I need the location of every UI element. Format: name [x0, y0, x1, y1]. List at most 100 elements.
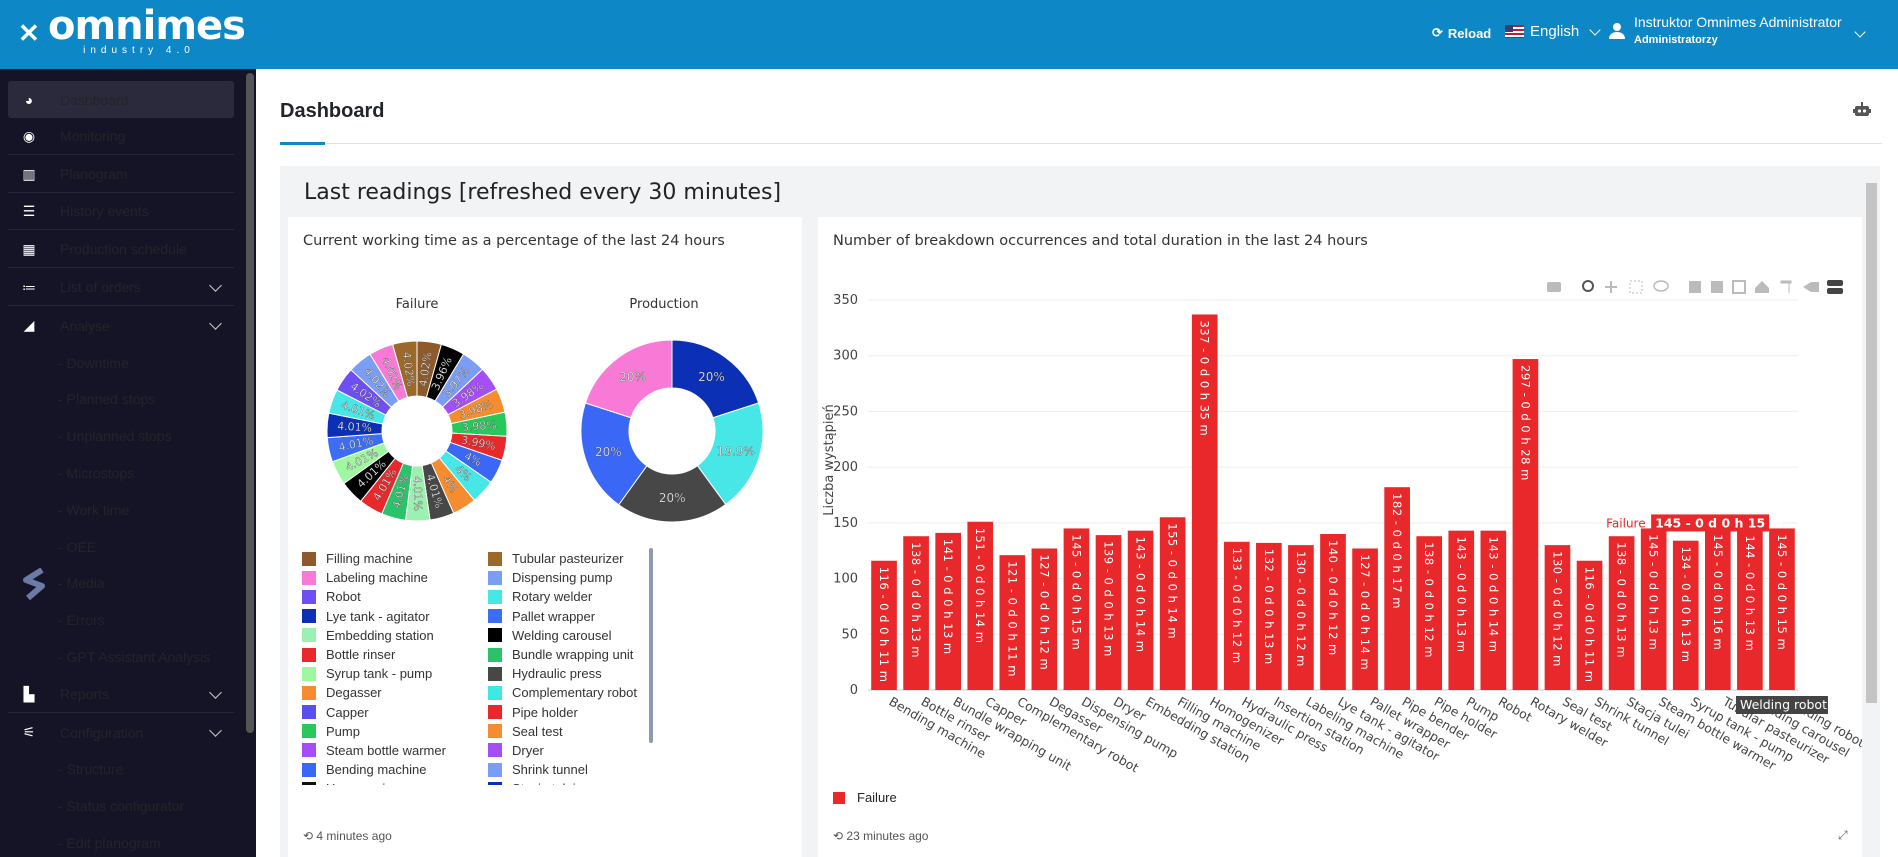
- language-select[interactable]: English: [1505, 23, 1601, 40]
- list-icon: ☰: [22, 202, 36, 219]
- panel-scrollbar[interactable]: [1866, 183, 1877, 703]
- sidebar-item-history-events[interactable]: ☰ History events: [8, 193, 234, 230]
- close-icon[interactable]: ✕: [18, 20, 40, 46]
- legend-label: Pump: [326, 723, 360, 739]
- legend-item[interactable]: Bottle rinser: [302, 645, 446, 664]
- sidebar-item-analyse[interactable]: ◢ Analyse: [8, 307, 234, 344]
- chevron-down-icon: [209, 317, 222, 330]
- reload-button[interactable]: ⟳ Reload: [1432, 25, 1491, 41]
- legend-item[interactable]: Robot: [302, 587, 446, 606]
- sidebar-item-planogram[interactable]: ▥ Planogram: [8, 156, 234, 193]
- production-pie-title: Production: [629, 297, 698, 312]
- legend-item[interactable]: Bundle wrapping unit: [488, 645, 637, 664]
- y-tick-label: 300: [833, 349, 858, 364]
- legend-item[interactable]: Filling machine: [302, 549, 446, 568]
- bar-legend[interactable]: Failure: [833, 790, 897, 805]
- sidebar-item-label: Production schedule: [60, 241, 187, 257]
- legend-swatch: [302, 666, 316, 681]
- legend-label: Failure: [857, 790, 897, 805]
- legend-item[interactable]: Pallet wrapper: [488, 607, 637, 626]
- sidebar-sub-planned-stops[interactable]: - Planned stops: [58, 391, 155, 407]
- legend-item[interactable]: Complementary robot: [488, 683, 637, 702]
- bar-data-label: 133 - 0 d 0 h 12 m: [1230, 548, 1244, 664]
- sidebar-item-configuration[interactable]: ⚟ Configuration: [8, 714, 234, 751]
- legend-label: Dispensing pump: [512, 570, 613, 586]
- legend-swatch: [302, 685, 316, 700]
- sidebar-item-production-schedule[interactable]: ▦ Production schedule: [8, 231, 234, 268]
- legend-item[interactable]: Pipe holder: [488, 703, 637, 722]
- legend-swatch: [302, 647, 316, 662]
- production-pie-slice-label: 20%: [659, 491, 686, 505]
- sidebar-item-label: Analyse: [60, 317, 110, 334]
- legend-swatch: [488, 724, 502, 739]
- legend-item[interactable]: Tubular pasteurizer: [488, 549, 637, 568]
- legend-item[interactable]: Bending machine: [302, 760, 446, 779]
- sidebar-item-monitoring[interactable]: ◉ Monitoring: [8, 118, 234, 155]
- legend-item[interactable]: Stacja tulei: [488, 779, 637, 785]
- legend-item[interactable]: Labeling machine: [302, 568, 446, 587]
- legend-item[interactable]: Seal test: [488, 722, 637, 741]
- logo-text: omnimes: [48, 3, 246, 49]
- robot-icon[interactable]: [1853, 102, 1871, 118]
- sidebar-sub-edit-planogram[interactable]: - Edit planogram: [58, 835, 161, 851]
- legend-label: Bundle wrapping unit: [512, 647, 634, 663]
- legend-item[interactable]: Steam bottle warmer: [302, 741, 446, 760]
- brand-logo[interactable]: omnimes industry 4.0: [48, 3, 246, 56]
- sidebar-sub-unplanned-stops[interactable]: - Unplanned stops: [58, 428, 172, 444]
- legend-label: Syrup tank - pump: [326, 666, 433, 682]
- legend-swatch: [302, 743, 316, 758]
- legend-item[interactable]: Dryer: [488, 741, 637, 760]
- bar-data-label: 116 - 0 d 0 h 11 m: [877, 567, 891, 683]
- sidebar-item-reports[interactable]: ▙ Reports: [8, 676, 234, 713]
- sidebar-scrollbar[interactable]: [246, 73, 254, 733]
- sidebar-item-list-of-orders[interactable]: ≔ List of orders: [8, 269, 234, 306]
- sidebar-sub-downtime[interactable]: - Downtime: [58, 355, 129, 371]
- legend-item[interactable]: Embedding station: [302, 626, 446, 645]
- bar-data-label: 132 - 0 d 0 h 13 m: [1262, 549, 1276, 665]
- failure-pie-slice-label: 4.01%: [337, 420, 373, 435]
- page-title: Dashboard: [280, 100, 385, 122]
- legend-swatch: [302, 781, 316, 785]
- sidebar-item-label: Dashboard: [60, 91, 129, 108]
- legend-scrollbar[interactable]: [649, 548, 653, 743]
- legend-item[interactable]: Lye tank - agitator: [302, 607, 446, 626]
- sidebar-sub-microstops[interactable]: - Microstops: [58, 465, 134, 481]
- history-icon: ⟲: [303, 829, 314, 843]
- sidebar-sub-gpt-analysis[interactable]: - GPT Assistant Analysis: [58, 649, 210, 665]
- legend-item[interactable]: Rotary welder: [488, 587, 637, 606]
- sidebar-sub-status-configurator[interactable]: - Status configurator: [58, 798, 184, 814]
- chart-bar-icon: ▙: [23, 685, 35, 702]
- legend-swatch: [302, 609, 316, 624]
- bar-data-label: 134 - 0 d 0 h 13 m: [1679, 547, 1693, 663]
- legend-label: Shrink tunnel: [512, 762, 588, 778]
- sidebar-sub-work-time[interactable]: - Work time: [58, 502, 129, 518]
- bar-data-label: 297 - 0 d 0 h 28 m: [1518, 365, 1532, 481]
- sidebar-sub-media[interactable]: - Media: [58, 575, 105, 591]
- bar-updated-text: 23 minutes ago: [846, 829, 929, 843]
- tooltip-value: 145 - 0 d 0 h 15 m: [1655, 515, 1782, 530]
- legend-label: Bottle rinser: [326, 647, 396, 663]
- legend-label: Dryer: [512, 742, 544, 758]
- production-pie-slice-label: 20%: [698, 370, 725, 384]
- legend-item[interactable]: Welding carousel: [488, 626, 637, 645]
- expand-icon[interactable]: ⤢: [1838, 828, 1848, 843]
- sidebar-sub-errors[interactable]: - Errors: [58, 612, 105, 628]
- legend-item[interactable]: Homogenizer: [302, 779, 446, 785]
- legend-item[interactable]: Hydraulic press: [488, 664, 637, 683]
- legend-item[interactable]: Dispensing pump: [488, 568, 637, 587]
- legend-item[interactable]: Syrup tank - pump: [302, 664, 446, 683]
- chevron-down-icon: [209, 686, 222, 699]
- sidebar-sub-oee[interactable]: - OEE: [58, 539, 96, 555]
- chevron-down-icon: [209, 724, 222, 737]
- legend-label: Welding carousel: [512, 627, 612, 643]
- legend-item[interactable]: Pump: [302, 722, 446, 741]
- hover-compare-icon[interactable]: [1827, 280, 1843, 286]
- legend-swatch: [302, 724, 316, 739]
- legend-item[interactable]: Capper: [302, 703, 446, 722]
- user-menu[interactable]: Instruktor Omnimes Administrator Adminis…: [1608, 14, 1866, 49]
- sidebar-item-dashboard[interactable]: ◕ Dashboard: [8, 81, 234, 118]
- legend-item[interactable]: Shrink tunnel: [488, 760, 637, 779]
- legend-item[interactable]: Degasser: [302, 683, 446, 702]
- sidebar-sub-structure[interactable]: - Structure: [58, 761, 123, 777]
- legend-label: Bending machine: [326, 762, 427, 778]
